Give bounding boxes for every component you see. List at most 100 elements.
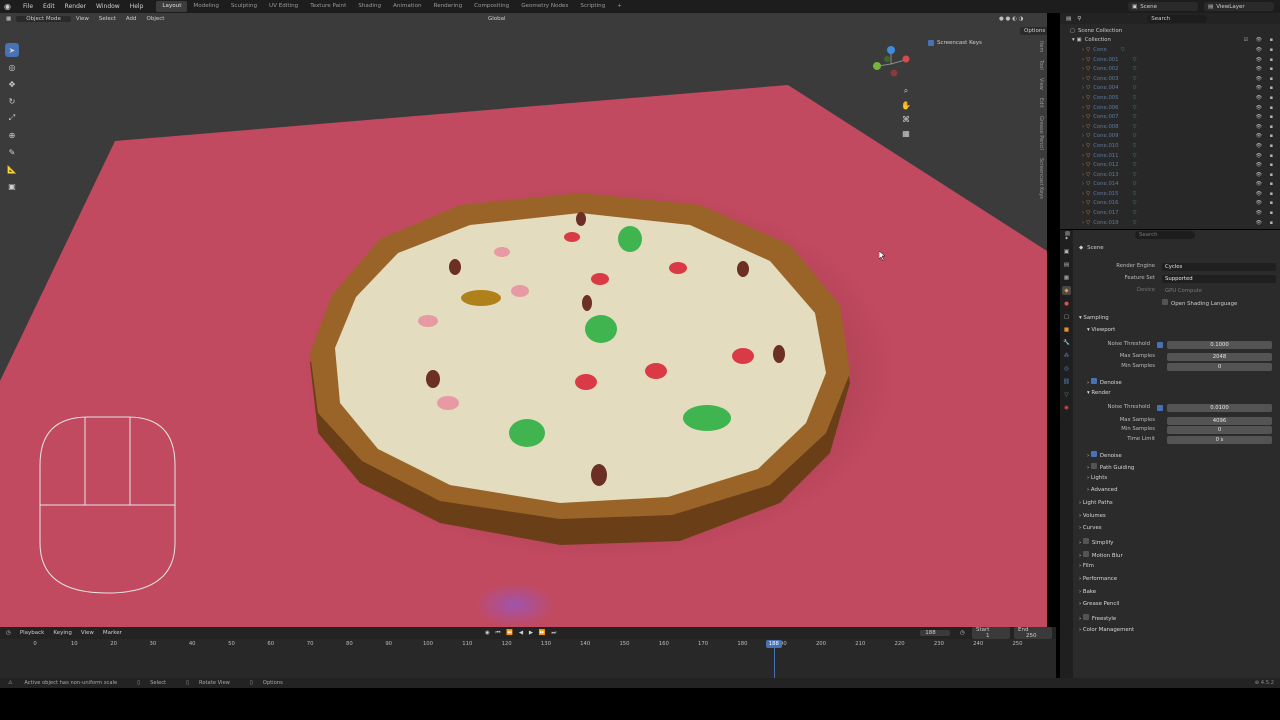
viewport-min-samples-field[interactable]: 0 bbox=[1167, 363, 1272, 371]
expand-icon[interactable]: › bbox=[1082, 66, 1084, 72]
timeline-ruler[interactable]: 0 10 20 30 40 50 60 70 80 90 100 110 120 130 140 150 160… bbox=[0, 640, 1056, 649]
expand-icon[interactable]: › bbox=[1082, 200, 1084, 206]
expand-icon[interactable]: › bbox=[1082, 191, 1084, 197]
outliner-row-object[interactable]: › ▽ Cone.017 ▽ 👁 ▪ bbox=[1060, 208, 1280, 218]
expand-icon[interactable]: › bbox=[1082, 95, 1084, 101]
tab-animation[interactable]: Animation bbox=[387, 1, 428, 12]
render-denoise-header[interactable]: › Denoise bbox=[1087, 451, 1122, 459]
scene-selector[interactable]: ▣ Scene bbox=[1128, 2, 1198, 11]
section-volumes[interactable]: › Volumes bbox=[1079, 513, 1106, 519]
particles-props-icon[interactable]: ⁂ bbox=[1062, 351, 1071, 360]
visibility-icons[interactable]: 👁 ▪ bbox=[1256, 57, 1276, 63]
modifier-props-icon[interactable]: 🔧 bbox=[1062, 338, 1071, 347]
menu-help[interactable]: Help bbox=[125, 3, 149, 10]
expand-icon[interactable]: › bbox=[1082, 162, 1084, 168]
view-layer-props-icon[interactable]: ▦ bbox=[1062, 273, 1071, 282]
feature-set-dropdown[interactable]: Supported bbox=[1162, 275, 1276, 283]
end-frame-field[interactable]: End 250 bbox=[1014, 627, 1052, 639]
visibility-icons[interactable]: 👁 ▪ bbox=[1256, 220, 1276, 226]
outliner-row-object[interactable]: › ▽ Cone.018 ▽ 👁 ▪ bbox=[1060, 218, 1280, 228]
outliner-row-object[interactable]: › ▽ Cone.010 ▽ 👁 ▪ bbox=[1060, 141, 1280, 151]
sidebar-tab-item[interactable]: Item bbox=[1038, 41, 1044, 52]
viewport-denoise-header[interactable]: › Denoise bbox=[1087, 378, 1122, 386]
editor-type-icon[interactable]: ▦ bbox=[0, 16, 16, 22]
visibility-icons[interactable]: 👁 ▪ bbox=[1256, 181, 1276, 187]
collection-expand-icon[interactable]: ▾ bbox=[1072, 37, 1075, 43]
sidebar-tab-edit[interactable]: Edit bbox=[1038, 98, 1044, 108]
time-limit-field[interactable]: 0 s bbox=[1167, 436, 1272, 444]
expand-icon[interactable]: › bbox=[1082, 57, 1084, 63]
outliner-row-object[interactable]: › ▽ Cone.014 ▽ 👁 ▪ bbox=[1060, 180, 1280, 190]
render-min-samples-field[interactable]: 0 bbox=[1167, 426, 1272, 434]
expand-icon[interactable]: › bbox=[1082, 143, 1084, 149]
expand-icon[interactable]: › bbox=[1082, 76, 1084, 82]
visibility-icons[interactable]: 👁 ▪ bbox=[1256, 162, 1276, 168]
cursor-tool[interactable]: ◎ bbox=[5, 60, 19, 74]
tab-uv-editing[interactable]: UV Editing bbox=[263, 1, 304, 12]
outliner-row-object[interactable]: › ▽ Cone.007 ▽ 👁 ▪ bbox=[1060, 112, 1280, 122]
freestyle-checkbox[interactable] bbox=[1082, 614, 1089, 620]
grid-toggle-icon[interactable]: ▦ bbox=[900, 127, 912, 139]
expand-icon[interactable]: › bbox=[1082, 114, 1084, 120]
pan-hand-icon[interactable]: ✋ bbox=[900, 99, 912, 111]
expand-icon[interactable]: › bbox=[1082, 105, 1084, 111]
path-guiding-checkbox[interactable] bbox=[1090, 463, 1097, 469]
playhead-marker[interactable]: 188 bbox=[765, 640, 782, 648]
outliner-row-object[interactable]: › ▽ Cone ▽ 👁 ▪ bbox=[1060, 45, 1280, 55]
current-frame-field[interactable]: 188 bbox=[920, 630, 950, 636]
outliner-search[interactable]: Search bbox=[1147, 14, 1208, 23]
collection-props-icon[interactable]: ▢ bbox=[1062, 312, 1071, 321]
properties-editor-icon[interactable]: ▤ bbox=[1065, 231, 1070, 237]
tab-sculpting[interactable]: Sculpting bbox=[225, 1, 263, 12]
outliner-row-object[interactable]: › ▽ Cone.001 ▽ 👁 ▪ bbox=[1060, 55, 1280, 65]
visibility-icons[interactable]: 👁 ▪ bbox=[1256, 76, 1276, 82]
section-bake[interactable]: › Bake bbox=[1079, 589, 1096, 595]
physics-props-icon[interactable]: ◎ bbox=[1062, 364, 1071, 373]
tab-scripting[interactable]: Scripting bbox=[574, 1, 611, 12]
menu-marker[interactable]: Marker bbox=[103, 630, 122, 636]
start-frame-field[interactable]: Start 1 bbox=[972, 627, 1010, 639]
render-subpanel-header[interactable]: ▾ Render bbox=[1087, 390, 1111, 396]
view-layer-selector[interactable]: ▤ ViewLayer bbox=[1204, 2, 1274, 11]
menu-select[interactable]: Select bbox=[94, 16, 121, 22]
options-button[interactable]: Options bbox=[1020, 27, 1047, 35]
menu-playback[interactable]: Playback bbox=[20, 630, 45, 636]
mode-selector[interactable]: Object Mode bbox=[16, 16, 71, 22]
visibility-icons[interactable]: 👁 ▪ bbox=[1256, 200, 1276, 206]
section-performance[interactable]: › Performance bbox=[1079, 576, 1117, 582]
outliner-filter-icon[interactable]: ⚲ bbox=[1077, 16, 1081, 22]
menu-add[interactable]: Add bbox=[121, 16, 142, 22]
sidebar-tab-tool[interactable]: Tool bbox=[1038, 60, 1044, 70]
clock-icon[interactable]: ◷ bbox=[960, 630, 965, 636]
outliner-row-object[interactable]: › ▽ Cone.003 ▽ 👁 ▪ bbox=[1060, 74, 1280, 84]
render-noise-threshold-checkbox[interactable] bbox=[1157, 405, 1163, 411]
viewport-subpanel-header[interactable]: ▾ Viewport bbox=[1087, 327, 1115, 333]
visibility-icons[interactable]: 👁 ▪ bbox=[1256, 172, 1276, 178]
annotate-tool[interactable]: ✎ bbox=[5, 145, 19, 159]
outliner-row-object[interactable]: › ▽ Cone.016 ▽ 👁 ▪ bbox=[1060, 199, 1280, 209]
sidebar-tab-grease-pencil[interactable]: Grease Pencil bbox=[1038, 116, 1044, 150]
render-props-icon[interactable]: ▣ bbox=[1062, 247, 1071, 256]
lights-header[interactable]: › Lights bbox=[1087, 475, 1107, 481]
visibility-icons[interactable]: 👁 ▪ bbox=[1256, 47, 1276, 53]
tab-texture-paint[interactable]: Texture Paint bbox=[304, 1, 352, 12]
motion-blur-checkbox[interactable] bbox=[1082, 551, 1089, 557]
visibility-icons[interactable]: 👁 ▪ bbox=[1256, 95, 1276, 101]
rotate-tool[interactable]: ↻ bbox=[5, 94, 19, 108]
visibility-icons[interactable]: 👁 ▪ bbox=[1256, 133, 1276, 139]
data-props-icon[interactable]: ▽ bbox=[1062, 390, 1071, 399]
visibility-icons[interactable]: 👁 ▪ bbox=[1256, 191, 1276, 197]
osl-checkbox[interactable] bbox=[1162, 299, 1168, 305]
world-props-icon[interactable]: ● bbox=[1062, 299, 1071, 308]
outliner-row-object[interactable]: › ▽ Cone.002 ▽ 👁 ▪ bbox=[1060, 64, 1280, 74]
expand-icon[interactable]: › bbox=[1082, 210, 1084, 216]
expand-icon[interactable]: › bbox=[1082, 47, 1084, 53]
camera-view-icon[interactable]: ⌘ bbox=[900, 113, 912, 125]
measure-tool[interactable]: 📐 bbox=[5, 162, 19, 176]
sidebar-tab-screencast-keys[interactable]: Screencast Keys bbox=[1038, 158, 1044, 199]
outliner-row-object[interactable]: › ▽ Cone.004 ▽ 👁 ▪ bbox=[1060, 84, 1280, 94]
advanced-header[interactable]: › Advanced bbox=[1087, 487, 1118, 493]
3d-viewport[interactable]: ▦ Object Mode View Select Add Object Glo… bbox=[0, 13, 1047, 627]
menu-timeline-view[interactable]: View bbox=[81, 630, 94, 636]
expand-icon[interactable]: › bbox=[1082, 133, 1084, 139]
